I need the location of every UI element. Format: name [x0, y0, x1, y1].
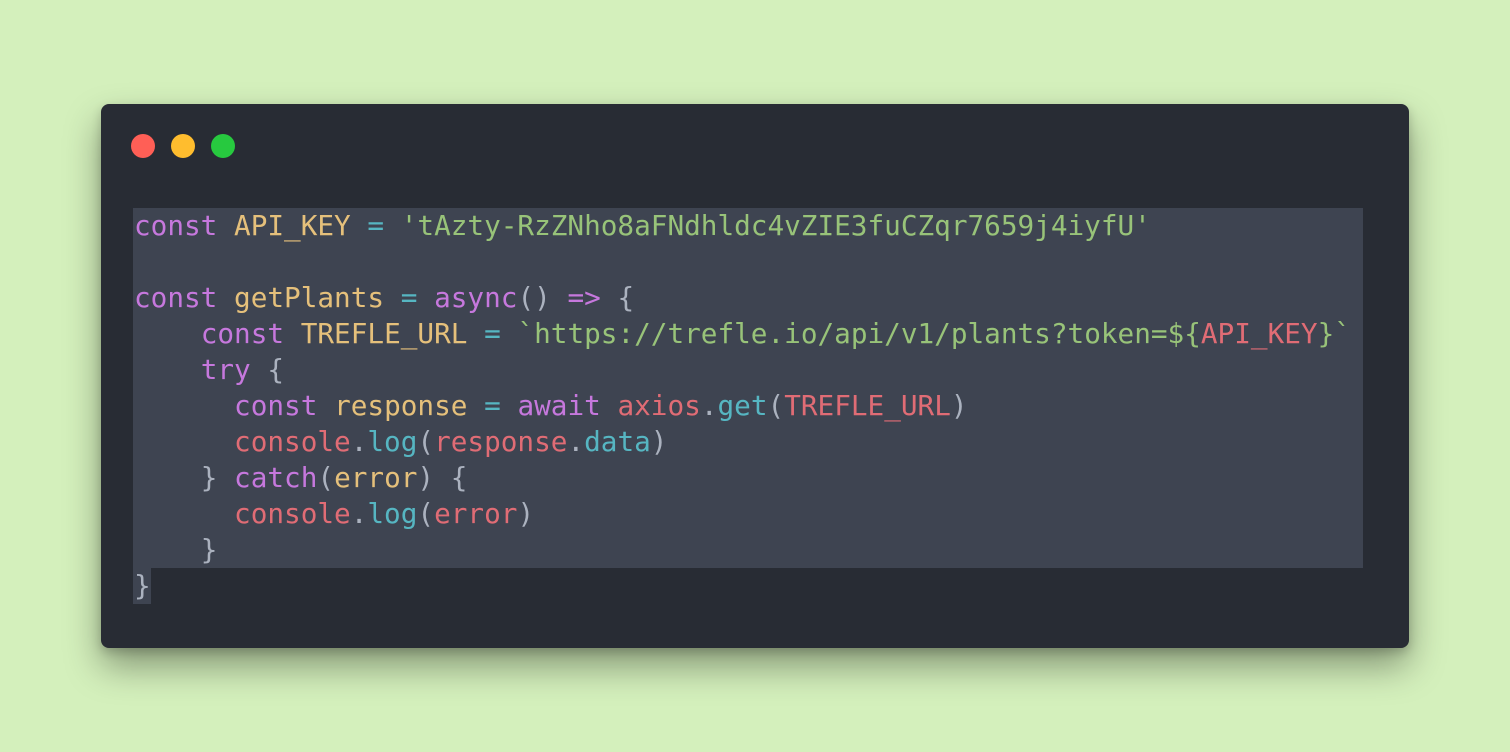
code-line: console.log(error) [134, 496, 1351, 532]
keyword: const [134, 209, 218, 242]
code-line: try { [134, 352, 1351, 388]
code-line: const getPlants = async() => { [134, 280, 1351, 316]
keyword: const [200, 317, 285, 350]
punctuation: { [617, 281, 635, 314]
identifier: response [334, 389, 468, 422]
object-identifier: console [234, 497, 351, 530]
code-line-empty [134, 244, 1351, 280]
method-name: get [717, 389, 768, 422]
argument: response [434, 425, 568, 458]
punctuation: } [200, 533, 218, 566]
punctuation: ( [317, 461, 335, 494]
template-interpolation: API_KEY [1200, 317, 1318, 350]
operator: = [484, 389, 501, 422]
template-string: }` [1317, 317, 1351, 350]
punctuation: . [350, 497, 368, 530]
keyword: async [434, 281, 518, 314]
punctuation: ) [517, 497, 535, 530]
argument: TREFLE_URL [784, 389, 951, 422]
punctuation: ( [767, 389, 785, 422]
identifier: getPlants [234, 281, 385, 314]
punctuation: } [200, 461, 218, 494]
punctuation: ) [650, 425, 668, 458]
punctuation: () [517, 281, 551, 314]
code-block[interactable]: const API_KEY = 'tAzty-RzZNho8aFNdhldc4v… [134, 208, 1351, 604]
keyword: await [517, 389, 601, 422]
punctuation: ) [417, 461, 435, 494]
code-line: } [134, 568, 1351, 604]
punctuation: ( [417, 497, 435, 530]
maximize-dot-icon[interactable] [211, 134, 235, 158]
code-line: } [134, 532, 1351, 568]
keyword: try [200, 353, 251, 386]
code-line: const API_KEY = 'tAzty-RzZNho8aFNdhldc4v… [134, 208, 1351, 244]
keyword: const [234, 389, 318, 422]
code-line: const response = await axios.get(TREFLE_… [134, 388, 1351, 424]
code-window: const API_KEY = 'tAzty-RzZNho8aFNdhldc4v… [101, 104, 1409, 648]
property-name: data [584, 425, 651, 458]
minimize-dot-icon[interactable] [171, 134, 195, 158]
punctuation: ) [950, 389, 968, 422]
punctuation: { [267, 353, 285, 386]
identifier: error [334, 461, 418, 494]
argument: error [434, 497, 518, 530]
string-literal: 'tAzty-RzZNho8aFNdhldc4vZIE3fuCZqr7659j4… [400, 209, 1151, 242]
code-line: const TREFLE_URL = `https://trefle.io/ap… [134, 316, 1351, 352]
method-name: log [367, 497, 418, 530]
keyword: catch [234, 461, 318, 494]
arrow-operator: => [567, 281, 601, 314]
operator: = [367, 209, 385, 242]
operator: = [400, 281, 418, 314]
punctuation: ( [417, 425, 435, 458]
object-identifier: console [234, 425, 351, 458]
code-line: } catch(error) { [134, 460, 1351, 496]
punctuation: } [134, 569, 151, 602]
template-string: `https://trefle.io/api/v1/plants?token=$… [517, 317, 1201, 350]
method-name: log [367, 425, 418, 458]
punctuation: { [450, 461, 468, 494]
keyword: const [134, 281, 218, 314]
operator: = [484, 317, 501, 350]
object-identifier: axios [617, 389, 701, 422]
punctuation: . [350, 425, 368, 458]
close-dot-icon[interactable] [131, 134, 155, 158]
identifier: API_KEY [234, 209, 351, 242]
code-line: console.log(response.data) [134, 424, 1351, 460]
punctuation: . [567, 425, 585, 458]
identifier: TREFLE_URL [300, 317, 468, 350]
punctuation: . [700, 389, 718, 422]
